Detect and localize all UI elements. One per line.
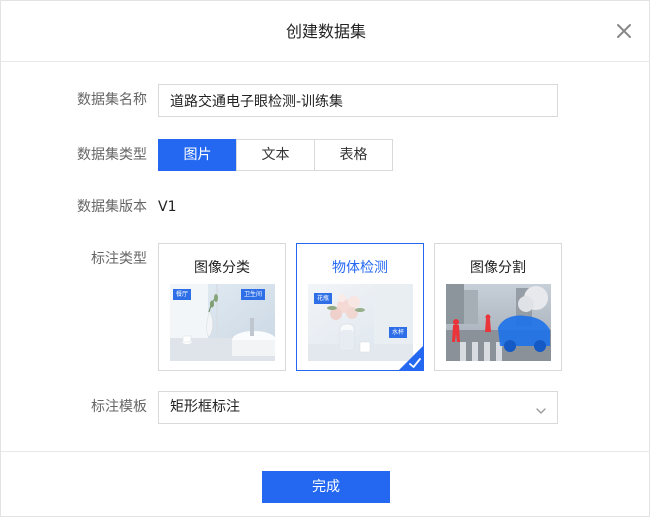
type-option-table[interactable]: 表格 <box>314 139 393 171</box>
create-dataset-dialog: 创建数据集 数据集名称 数据集类型 图片 文本 表格 数据集版本 V1 标注类型… <box>0 0 650 517</box>
type-option-text[interactable]: 文本 <box>236 139 315 171</box>
annotation-card-detection[interactable]: 物体检测 花瓶 水杯 <box>296 243 424 371</box>
dataset-name-label: 数据集名称 <box>77 92 147 108</box>
finish-button[interactable]: 完成 <box>262 471 390 503</box>
dataset-type-label: 数据集类型 <box>77 147 147 163</box>
type-option-image[interactable]: 图片 <box>158 139 237 171</box>
tag-label: 花瓶 <box>314 293 333 304</box>
annotation-card-classification[interactable]: 图像分类 餐厅 卫生间 <box>158 243 286 371</box>
close-icon[interactable] <box>613 20 635 42</box>
template-select[interactable]: 矩形框标注 <box>158 391 558 424</box>
dataset-name-input[interactable] <box>158 84 558 117</box>
dialog-footer: 完成 <box>1 451 650 517</box>
tag-label: 餐厅 <box>173 289 192 300</box>
card-title: 物体检测 <box>332 260 388 276</box>
dataset-type-segmented: 图片 文本 表格 <box>158 139 393 171</box>
annotation-card-segmentation[interactable]: 图像分割 <box>434 243 562 371</box>
chevron-down-icon <box>535 402 547 414</box>
template-label: 标注模板 <box>91 399 147 415</box>
classification-sample-image: 餐厅 卫生间 <box>170 284 275 361</box>
dataset-version-label: 数据集版本 <box>77 199 147 215</box>
dialog-header: 创建数据集 <box>1 1 650 62</box>
dialog-title: 创建数据集 <box>285 22 366 41</box>
segmentation-sample-image <box>446 284 551 361</box>
tag-label: 水杯 <box>389 327 408 338</box>
card-title: 图像分割 <box>470 260 526 276</box>
card-title: 图像分类 <box>194 260 250 276</box>
annotation-type-label: 标注类型 <box>91 251 147 267</box>
tag-label: 卫生间 <box>241 289 266 300</box>
dataset-version-value: V1 <box>158 199 177 215</box>
template-select-value: 矩形框标注 <box>170 399 240 415</box>
selected-check-icon <box>398 345 423 370</box>
